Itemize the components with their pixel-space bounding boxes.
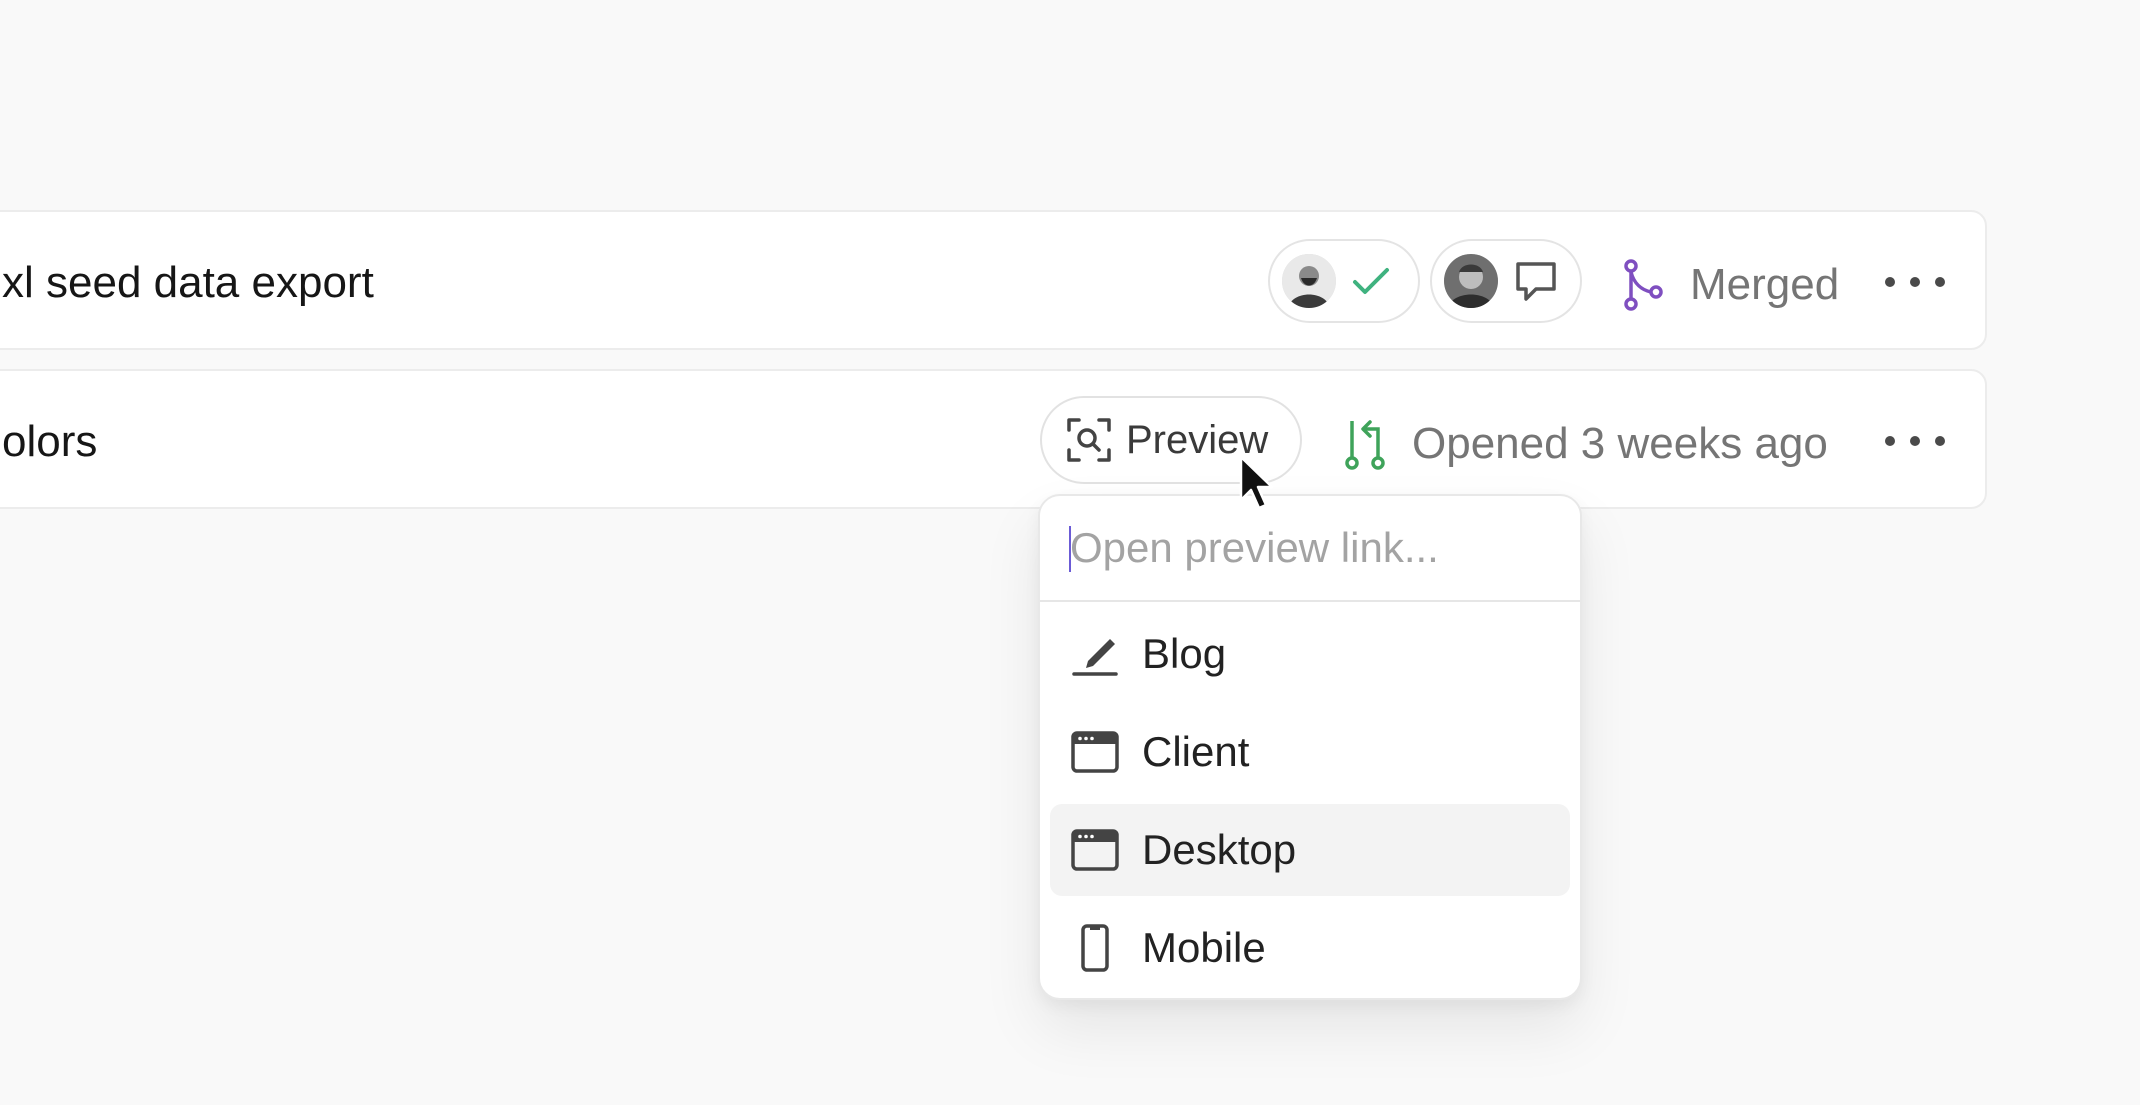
preview-link-dropdown: Blog Client Desktop <box>1038 494 1582 1000</box>
avatar <box>1444 254 1498 308</box>
mobile-phone-icon <box>1070 923 1122 973</box>
preview-search-icon <box>1066 417 1112 463</box>
browser-window-icon <box>1070 730 1122 774</box>
row-title[interactable]: olors <box>2 420 97 464</box>
menu-item-label: Mobile <box>1142 924 1266 971</box>
status-opened: Opened 3 weeks ago <box>1344 417 1828 471</box>
reviewer-commented-pill[interactable] <box>1430 239 1582 323</box>
menu-item-label: Desktop <box>1142 826 1297 873</box>
menu-item-client[interactable]: Client <box>1050 706 1570 798</box>
menu-item-desktop[interactable]: Desktop <box>1050 804 1570 896</box>
row-title[interactable]: xl seed data export <box>2 261 374 305</box>
preview-search-input[interactable] <box>1070 524 1530 572</box>
list-row-open[interactable]: olors Preview Opened 3 weeks ago <box>0 369 1987 509</box>
list-row-merged[interactable]: xl seed data export Merged <box>0 210 1987 350</box>
menu-item-label: Blog <box>1142 630 1227 677</box>
preview-link-list: Blog Client Desktop Mobile <box>1040 602 1580 998</box>
menu-item-label: Client <box>1142 728 1250 775</box>
status-label: Opened 3 weeks ago <box>1412 419 1828 468</box>
status-merged: Merged <box>1622 258 1839 312</box>
menu-item-blog[interactable]: Blog <box>1050 608 1570 700</box>
reviewer-approved-pill[interactable] <box>1268 239 1420 323</box>
preview-button[interactable]: Preview <box>1040 396 1302 484</box>
more-options-button[interactable] <box>1885 421 1945 461</box>
more-horizontal-icon <box>1885 277 1895 287</box>
pull-request-icon <box>1344 417 1386 471</box>
text-caret <box>1069 526 1071 572</box>
comment-icon <box>1514 259 1558 303</box>
preview-label: Preview <box>1126 417 1269 462</box>
check-icon <box>1352 266 1390 296</box>
merge-icon <box>1622 258 1664 312</box>
more-horizontal-icon <box>1885 436 1895 446</box>
avatar <box>1282 254 1336 308</box>
search-field-wrapper <box>1040 496 1580 602</box>
more-options-button[interactable] <box>1885 262 1945 302</box>
menu-item-mobile[interactable]: Mobile <box>1050 902 1570 994</box>
pencil-icon <box>1070 631 1122 677</box>
status-label: Merged <box>1690 260 1840 309</box>
browser-window-icon <box>1070 828 1122 872</box>
